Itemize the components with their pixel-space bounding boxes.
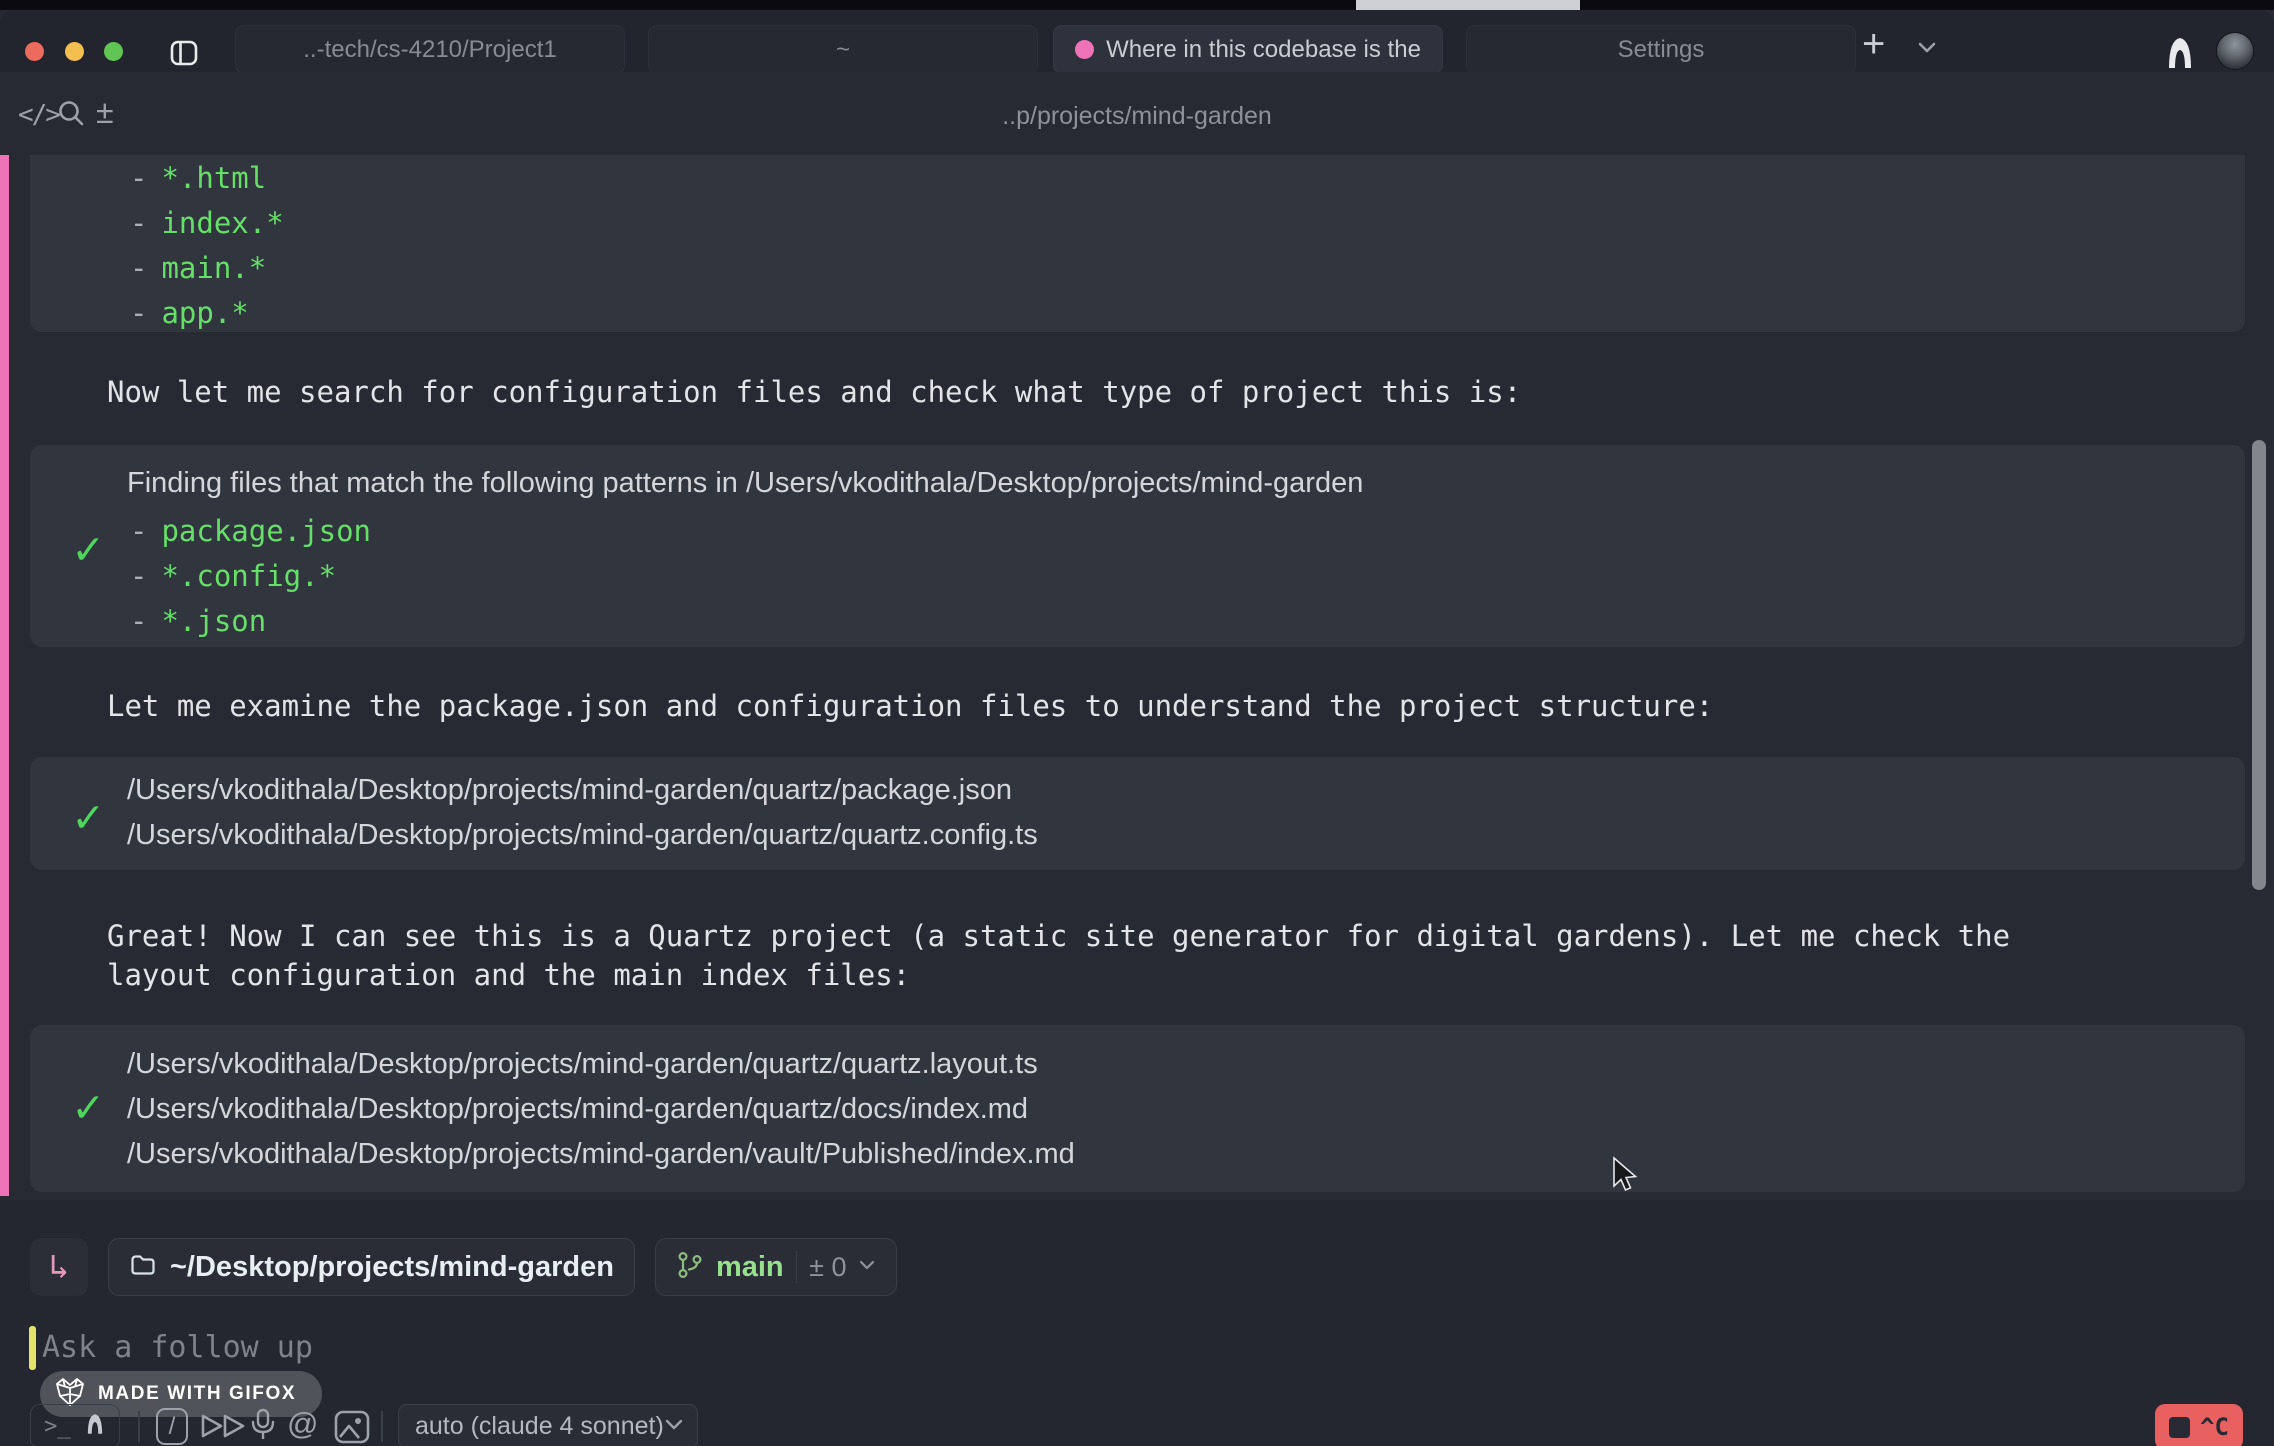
composer-panel: ↳ ~/Desktop/projects/mind-garden main ± …	[0, 1200, 2274, 1446]
mention-icon[interactable]: @	[287, 1406, 318, 1442]
tab-project1[interactable]: ..-tech/cs-4210/Project1	[235, 25, 625, 74]
composer-tools-row: >_ / @ auto (claude 4 sonnet)	[0, 1404, 2274, 1446]
interrupt-label: ^C	[2200, 1413, 2229, 1441]
new-tab-button[interactable]: +	[1862, 22, 1885, 67]
tab-home[interactable]: ~	[648, 25, 1038, 74]
fast-forward-icon[interactable]	[199, 1411, 249, 1446]
tab-label: ..-tech/cs-4210/Project1	[303, 36, 556, 64]
pattern-item: -*.html	[130, 162, 266, 195]
tool-call-block-read-files[interactable]: ✓ /Users/vkodithala/Desktop/projects/min…	[30, 757, 2245, 870]
success-check-icon: ✓	[74, 525, 102, 571]
tab-label: ~	[836, 36, 850, 64]
tab-list-chevron-down-icon[interactable]	[1916, 40, 1938, 59]
file-path: /Users/vkodithala/Desktop/projects/mind-…	[127, 819, 1038, 852]
user-avatar[interactable]	[2216, 32, 2254, 70]
sidebar-toggle-icon[interactable]	[169, 38, 199, 68]
agent-mode-icon[interactable]	[84, 1411, 106, 1442]
branch-name: main	[716, 1251, 784, 1284]
maximize-window-button[interactable]	[104, 42, 123, 61]
close-window-button[interactable]	[25, 42, 44, 61]
tools-divider	[381, 1411, 383, 1442]
tab-label: Where in this codebase is the	[1106, 36, 1421, 64]
pattern-item: -index.*	[130, 207, 284, 240]
agent-message: Great! Now I can see this is a Quartz pr…	[107, 917, 2092, 995]
file-path: /Users/vkodithala/Desktop/projects/mind-…	[127, 1093, 1028, 1126]
text-cursor	[29, 1326, 36, 1370]
git-status-pill[interactable]: main ± 0	[655, 1238, 898, 1296]
desktop-background-strip	[0, 0, 2274, 10]
app-logo-icon[interactable]	[2163, 34, 2197, 77]
conversation-area: -*.html -index.* -main.* -app.* Now let …	[0, 155, 2274, 1200]
tool-call-block-find-files[interactable]: ✓ Finding files that match the following…	[30, 445, 2245, 647]
success-check-icon: ✓	[74, 1083, 102, 1129]
chevron-down-icon	[664, 1418, 684, 1436]
diff-count: ± 0	[809, 1252, 846, 1283]
interrupt-button[interactable]: ^C	[2155, 1404, 2243, 1446]
tab-settings[interactable]: Settings	[1466, 25, 1856, 74]
file-path: /Users/vkodithala/Desktop/projects/mind-…	[127, 1138, 1075, 1171]
git-branch-icon	[676, 1250, 704, 1285]
file-path: /Users/vkodithala/Desktop/projects/mind-…	[127, 1048, 1038, 1081]
model-label: auto (claude 4 sonnet)	[415, 1412, 664, 1441]
tab-codebase-question[interactable]: Where in this codebase is the	[1053, 25, 1443, 74]
followup-input[interactable]: Ask a follow up	[42, 1330, 313, 1365]
context-bar: ↳ ~/Desktop/projects/mind-garden main ± …	[30, 1238, 897, 1296]
scrollbar-thumb[interactable]	[2252, 440, 2266, 890]
chevron-down-icon	[858, 1258, 876, 1276]
watermark-label: MADE WITH GIFOX	[98, 1383, 296, 1405]
toolbar: </> ± ..p/projects/mind-garden	[0, 72, 2274, 155]
agent-accent-stripe	[0, 155, 9, 1196]
current-path-title: ..p/projects/mind-garden	[0, 102, 2274, 131]
tool-call-block-patterns-top[interactable]: -*.html -index.* -main.* -app.*	[30, 155, 2245, 332]
pattern-item: -package.json	[130, 515, 371, 548]
pattern-item: -*.config.*	[130, 560, 336, 593]
terminal-mode-icon[interactable]: >_	[44, 1414, 71, 1439]
terminal-window: ..-tech/cs-4210/Project1 ~ Where in this…	[0, 10, 2274, 1446]
working-directory-label: ~/Desktop/projects/mind-garden	[170, 1251, 614, 1284]
mode-switcher[interactable]: >_	[30, 1404, 120, 1446]
return-button[interactable]: ↳	[30, 1238, 88, 1296]
agent-message: Now let me search for configuration file…	[107, 373, 1521, 412]
slash-command-icon[interactable]: /	[156, 1408, 188, 1445]
mouse-cursor	[1610, 1156, 1644, 1201]
attach-image-icon[interactable]	[333, 1409, 371, 1446]
titlebar: ..-tech/cs-4210/Project1 ~ Where in this…	[0, 10, 2274, 72]
pattern-item: -app.*	[130, 297, 249, 330]
stop-icon	[2169, 1417, 2190, 1438]
working-directory-pill[interactable]: ~/Desktop/projects/mind-garden	[108, 1238, 635, 1296]
pattern-item: -*.json	[130, 605, 266, 638]
tool-call-block-read-layout-files[interactable]: ✓ /Users/vkodithala/Desktop/projects/min…	[30, 1025, 2245, 1192]
model-selector[interactable]: auto (claude 4 sonnet)	[398, 1404, 698, 1446]
pattern-item: -main.*	[130, 252, 266, 285]
desktop-background-light-segment	[1356, 0, 1580, 10]
tab-label: Settings	[1618, 36, 1705, 64]
pill-divider	[796, 1251, 798, 1283]
success-check-icon: ✓	[74, 793, 102, 839]
file-path: /Users/vkodithala/Desktop/projects/mind-…	[127, 774, 1012, 807]
activity-dot-icon	[1075, 40, 1094, 59]
return-arrow-icon: ↳	[49, 1247, 69, 1287]
microphone-icon[interactable]	[248, 1407, 278, 1446]
agent-message: Let me examine the package.json and conf…	[107, 687, 1713, 726]
tools-divider	[138, 1411, 140, 1442]
tool-call-header: Finding files that match the following p…	[127, 467, 1363, 500]
folder-icon	[129, 1251, 157, 1284]
minimize-window-button[interactable]	[65, 42, 84, 61]
